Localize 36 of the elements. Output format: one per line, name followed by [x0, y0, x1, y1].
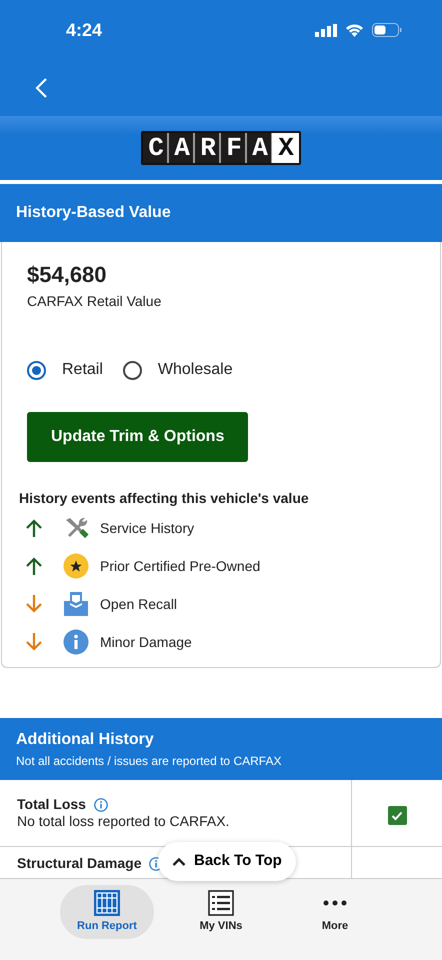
more-icon	[323, 900, 347, 906]
list-icon	[208, 890, 234, 916]
event-label: Open Recall	[100, 594, 178, 614]
event-label: Service History	[100, 518, 194, 538]
back-to-top-button[interactable]: Back To Top	[158, 842, 296, 880]
row-title: Total Loss	[17, 796, 86, 813]
radio-button[interactable]	[27, 360, 46, 380]
row-title: Structural Damage	[17, 855, 142, 872]
section-header: History-Based Value	[0, 184, 442, 242]
grid-icon	[94, 890, 120, 916]
caret-up-icon	[172, 856, 186, 866]
checkmark-icon	[391, 810, 403, 820]
radio-button[interactable]	[122, 360, 142, 380]
info-icon	[63, 629, 89, 655]
info-icon[interactable]	[94, 798, 108, 812]
events-heading: History events affecting this vehicle's value	[19, 489, 310, 508]
price-label: CARFAX Retail Value	[27, 292, 162, 311]
tab-bar-item[interactable]: More	[288, 885, 382, 939]
additional-history-subtitle: Not all accidents / issues are reported to CARFAX	[16, 753, 282, 770]
row-detail: No total loss reported to CARFAX.	[17, 813, 230, 830]
back-button[interactable]	[34, 76, 48, 100]
star-badge-icon	[63, 553, 89, 579]
wifi-icon	[345, 23, 364, 37]
battery-icon	[372, 23, 402, 37]
update-trim-button[interactable]: Update Trim & Options	[27, 412, 248, 462]
signal-icon	[315, 24, 337, 36]
tab-bar-item[interactable]: My VINs	[174, 885, 268, 939]
event-label: Prior Certified Pre-Owned	[100, 556, 260, 576]
additional-history-title: Additional History	[16, 730, 155, 750]
radio-label[interactable]: Wholesale	[158, 358, 233, 382]
tab-bar-item[interactable]: Run Report	[60, 885, 154, 939]
status-time: 4:24	[66, 18, 102, 42]
tray-icon	[63, 591, 89, 617]
event-label: Minor Damage	[100, 632, 192, 652]
price-value: $54,680	[27, 261, 108, 289]
radio-label[interactable]: Retail	[62, 358, 103, 382]
